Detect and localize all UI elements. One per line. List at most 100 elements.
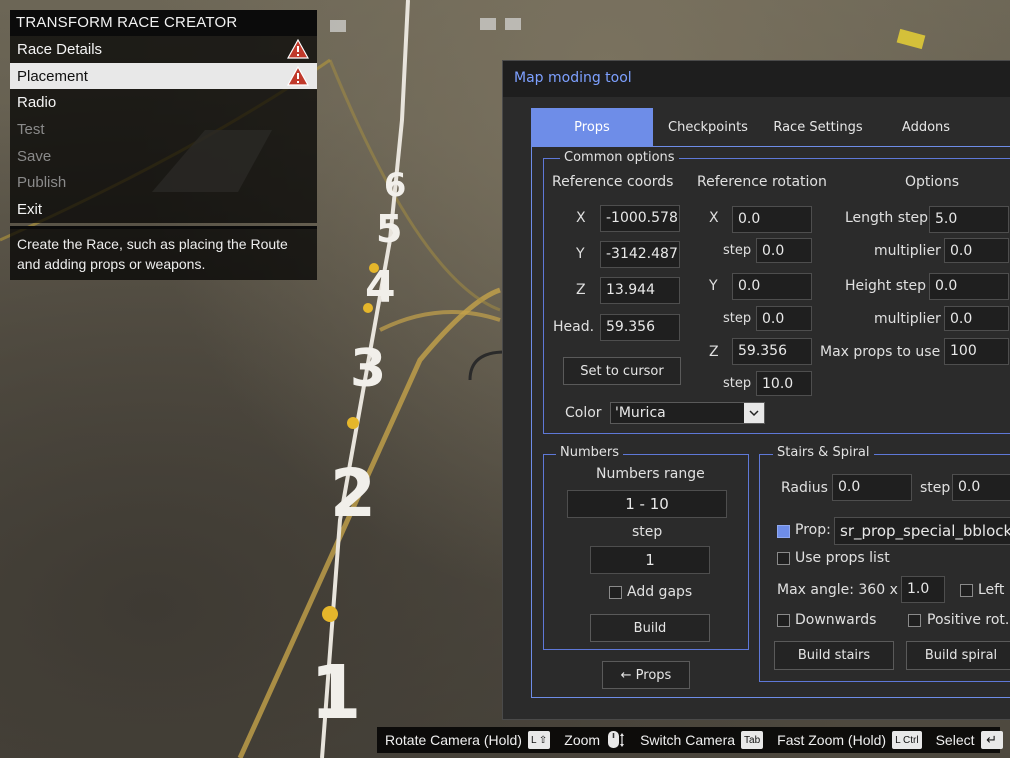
- menu-item-label: Publish: [17, 174, 67, 192]
- hint-switch-camera: Switch Camera Tab: [640, 731, 764, 749]
- back-to-props-button[interactable]: ← Props: [602, 661, 690, 689]
- mouse-scroll-icon: [606, 730, 626, 750]
- height-multiplier-label: multiplier: [874, 311, 941, 327]
- heading-label: Head.: [553, 319, 595, 335]
- height-step-input[interactable]: 0.0: [929, 273, 1009, 300]
- heading-input[interactable]: 59.356: [600, 314, 680, 341]
- rot-z-input[interactable]: 59.356: [732, 338, 812, 365]
- controls-help-bar: Rotate Camera (Hold) L ⇧ Zoom Switch Cam…: [377, 727, 1003, 753]
- number-marker: 2: [330, 455, 376, 532]
- warning-triangle-icon: [286, 39, 310, 59]
- color-label: Color: [565, 405, 602, 421]
- add-gaps-label: Add gaps: [627, 584, 693, 600]
- common-options-legend: Common options: [560, 150, 679, 165]
- height-multiplier-input[interactable]: 0.0: [944, 306, 1009, 331]
- hint-select: Select ↵: [936, 731, 1003, 749]
- menu-item-label: Placement: [17, 67, 88, 85]
- positive-rot-checkbox[interactable]: [908, 614, 921, 627]
- menu-item-test[interactable]: Test: [10, 116, 317, 143]
- rot-x-input[interactable]: 0.0: [732, 206, 812, 233]
- tab-bar: Props Checkpoints Race Settings Addons: [531, 108, 1010, 146]
- menu-item-label: Race Details: [17, 40, 103, 58]
- tab-checkpoints[interactable]: Checkpoints: [653, 108, 763, 146]
- rot-z-step-input[interactable]: 10.0: [756, 371, 812, 396]
- radius-input[interactable]: 0.0: [832, 474, 912, 501]
- length-multiplier-label: multiplier: [874, 243, 941, 259]
- number-marker: 6: [384, 166, 406, 204]
- vehicle-icon: [896, 28, 926, 50]
- coord-z-input[interactable]: 13.944: [600, 277, 680, 304]
- max-angle-input[interactable]: 1.0: [901, 576, 945, 603]
- window-title[interactable]: Map moding tool: [503, 61, 1010, 97]
- hint-fast-zoom-label: Fast Zoom (Hold): [777, 732, 887, 748]
- menu-item-label: Test: [17, 120, 45, 138]
- color-select-value: 'Murica: [615, 405, 666, 421]
- tab-key-icon: Tab: [741, 731, 764, 749]
- options-header: Options: [905, 174, 960, 190]
- prop-checkbox[interactable]: [777, 525, 790, 538]
- tab-props[interactable]: Props: [531, 108, 653, 146]
- rot-x-label: X: [709, 210, 719, 226]
- build-numbers-button[interactable]: Build: [590, 614, 710, 642]
- numbers-step-label: step: [632, 524, 663, 540]
- warning-triangle-icon: [286, 65, 310, 86]
- menu-item-exit[interactable]: Exit: [10, 196, 317, 223]
- length-multiplier-input[interactable]: 0.0: [944, 238, 1009, 263]
- rot-x-step-label: step: [723, 243, 752, 258]
- menu-item-race-details[interactable]: Race Details: [10, 36, 317, 63]
- max-props-input[interactable]: 100: [944, 338, 1009, 365]
- rot-y-step-input[interactable]: 0.0: [756, 306, 812, 331]
- menu-item-publish[interactable]: Publish: [10, 169, 317, 196]
- ctrl-key-icon: L Ctrl: [892, 731, 922, 749]
- rot-y-input[interactable]: 0.0: [732, 273, 812, 300]
- menu-item-save[interactable]: Save: [10, 143, 317, 170]
- hint-switch-camera-label: Switch Camera: [640, 732, 736, 748]
- build-spiral-button[interactable]: Build spiral: [906, 641, 1010, 670]
- numbers-step-input[interactable]: 1: [590, 546, 710, 574]
- hint-rotate-camera: Rotate Camera (Hold) L ⇧: [385, 731, 551, 749]
- coord-x-input[interactable]: -1000.578: [600, 205, 680, 232]
- downwards-label: Downwards: [795, 612, 877, 628]
- menu-item-placement[interactable]: Placement: [10, 62, 317, 90]
- numbers-range-label: Numbers range: [596, 466, 705, 482]
- radius-label: Radius: [781, 480, 828, 496]
- numbers-legend: Numbers: [556, 445, 623, 460]
- rot-x-step-input[interactable]: 0.0: [756, 238, 812, 263]
- height-step-label: Height step: [845, 278, 927, 294]
- tab-race-settings[interactable]: Race Settings: [763, 108, 873, 146]
- menu-item-label: Exit: [17, 200, 43, 218]
- radius-step-input[interactable]: 0.0: [952, 474, 1010, 501]
- enter-key-icon: ↵: [980, 731, 1003, 749]
- number-marker: 4: [365, 262, 396, 313]
- length-step-label: Length step: [845, 210, 929, 226]
- chevron-down-icon[interactable]: [744, 403, 764, 423]
- hint-rotate-camera-label: Rotate Camera (Hold): [385, 732, 522, 748]
- use-props-list-checkbox[interactable]: [777, 552, 790, 565]
- menu-item-radio[interactable]: Radio: [10, 89, 317, 116]
- hint-select-label: Select: [935, 732, 975, 748]
- stairs-spiral-legend: Stairs & Spiral: [773, 445, 874, 460]
- coord-y-input[interactable]: -3142.487: [600, 241, 680, 268]
- rot-y-step-label: step: [723, 311, 752, 326]
- numbers-range-input[interactable]: 1 - 10: [567, 490, 727, 518]
- prop-name-input[interactable]: sr_prop_special_bblock: [834, 517, 1010, 545]
- coord-z-label: Z: [576, 282, 586, 298]
- length-step-input[interactable]: 5.0: [929, 206, 1009, 233]
- add-gaps-checkbox[interactable]: [609, 586, 622, 599]
- tab-addons[interactable]: Addons: [873, 108, 979, 146]
- ref-rotation-header: Reference rotation: [697, 174, 827, 190]
- left-stick-icon: L ⇧: [527, 731, 551, 749]
- color-select[interactable]: 'Murica: [610, 402, 765, 424]
- hint-zoom: Zoom: [564, 730, 626, 750]
- build-stairs-button[interactable]: Build stairs: [774, 641, 894, 670]
- max-props-label: Max props to use: [820, 344, 941, 360]
- number-marker: 1: [310, 650, 362, 736]
- ref-coords-header: Reference coords: [552, 174, 674, 190]
- downwards-checkbox[interactable]: [777, 614, 790, 627]
- rot-z-step-label: step: [723, 376, 752, 391]
- use-props-list-label: Use props list: [795, 550, 890, 566]
- hint-zoom-label: Zoom: [564, 732, 601, 748]
- left-checkbox[interactable]: [960, 584, 973, 597]
- set-to-cursor-button[interactable]: Set to cursor: [563, 357, 681, 385]
- race-creator-menu: TRANSFORM RACE CREATOR Race Details Place…: [10, 10, 317, 280]
